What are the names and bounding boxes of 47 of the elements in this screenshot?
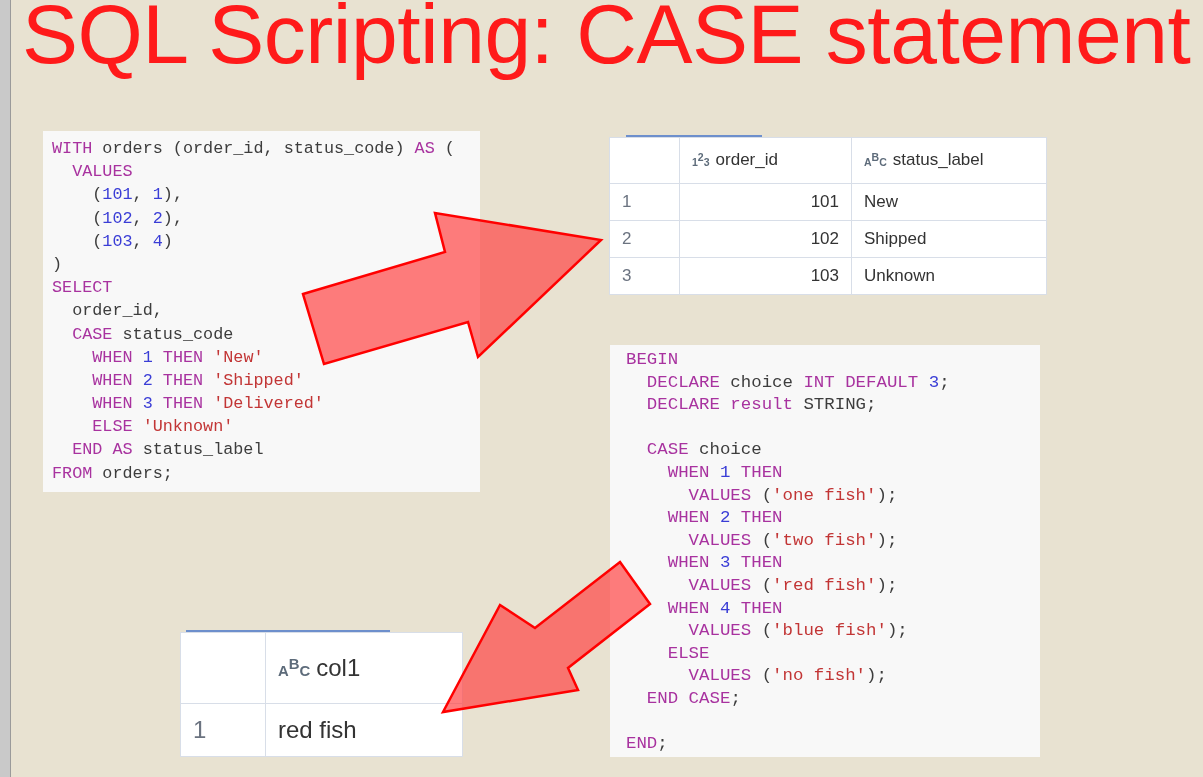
code-line: WITH orders (order_id, status_code) AS ( — [52, 138, 455, 160]
code-line: END; — [626, 733, 668, 756]
code-line: (103, 4) — [91, 230, 173, 253]
code-line: END CASE; — [645, 687, 741, 710]
code-line: WHEN 2 THEN 'Shipped' — [91, 369, 304, 392]
code-line: VALUES ('one fish'); — [687, 484, 898, 507]
column-header[interactable]: ABC col1 — [278, 653, 361, 682]
code-line: WHEN 4 THEN — [666, 597, 783, 620]
code-line: DECLARE result STRING; — [645, 394, 877, 417]
code-line: VALUES — [71, 161, 133, 184]
code-line: WHEN 2 THEN — [666, 507, 783, 530]
code-line: SELECT — [52, 277, 113, 300]
code-line: (102, 2), — [91, 207, 183, 230]
row-number: 1 — [622, 192, 632, 211]
text-type-icon: ABC — [864, 151, 887, 168]
code-line: WHEN 3 THEN — [666, 552, 783, 575]
row-number: 2 — [622, 229, 632, 248]
table-cell: 103 — [810, 266, 839, 285]
code-line: (101, 1), — [91, 184, 183, 207]
code-line: FROM orders; — [52, 462, 173, 485]
table-cell: New — [864, 192, 898, 211]
number-type-icon: 123 — [692, 151, 710, 168]
code-line: DECLARE choice INT DEFAULT 3; — [645, 371, 950, 394]
text-type-icon: ABC — [278, 656, 311, 679]
slide-title: SQL Scripting: CASE statement — [22, 0, 1191, 83]
code-line: WHEN 1 THEN 'New' — [91, 346, 264, 369]
code-line: BEGIN — [626, 349, 679, 371]
code-line: CASE choice — [645, 439, 762, 462]
code-line: END AS status_label — [71, 439, 264, 462]
row-number: 3 — [622, 266, 632, 285]
table-cell: 102 — [810, 229, 839, 248]
code-line: VALUES ('two fish'); — [687, 529, 898, 552]
table-cell: Unknown — [864, 266, 935, 285]
code-line: WHEN 1 THEN — [666, 461, 783, 484]
code-line: ) — [52, 253, 63, 276]
code-line: VALUES ('blue fish'); — [687, 620, 908, 643]
code-line: ELSE — [666, 642, 710, 665]
code-line: VALUES ('no fish'); — [687, 665, 887, 688]
code-line: WHEN 3 THEN 'Delivered' — [91, 393, 324, 416]
table-cell: Shipped — [864, 229, 927, 248]
code-line: order_id, — [71, 300, 163, 323]
table-cell: 101 — [810, 192, 839, 211]
row-number: 1 — [193, 716, 207, 743]
code-line: ELSE 'Unknown' — [91, 416, 234, 439]
table-cell: red fish — [278, 716, 357, 743]
code-line: CASE status_code — [71, 323, 234, 346]
code-line: VALUES ('red fish'); — [687, 574, 898, 597]
